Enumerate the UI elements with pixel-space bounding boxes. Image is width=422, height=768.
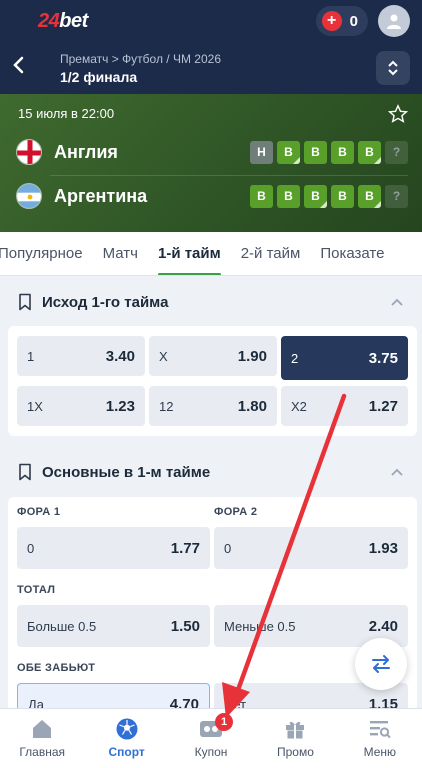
nav-item-coupon[interactable]: 1 Купон xyxy=(169,709,253,768)
market-tabs: Популярное Матч 1-й тайм 2-й тайм Показа… xyxy=(0,232,422,276)
swap-arrows-icon xyxy=(372,655,390,673)
gift-icon xyxy=(286,721,305,739)
section-header-first-half-result[interactable]: Исход 1-го тайма xyxy=(0,280,422,324)
match-header: 15 июля в 22:00 Англия Н В В В В ? Арген… xyxy=(0,94,422,232)
form-badge: В xyxy=(250,184,273,208)
swap-odds-button[interactable] xyxy=(355,638,407,690)
bookmark-icon[interactable] xyxy=(18,463,32,481)
form-badge: В xyxy=(304,140,327,164)
page-title: 1/2 финала xyxy=(60,68,138,85)
match-date: 15 июля в 22:00 xyxy=(18,106,115,121)
team-row-away: Аргентина В В В В В ? xyxy=(16,178,408,214)
profile-avatar[interactable] xyxy=(378,5,410,37)
form-badge-unknown: ? xyxy=(385,140,408,164)
form-badge: В xyxy=(358,184,381,208)
chevron-up-icon[interactable] xyxy=(390,297,404,307)
argentina-flag-icon xyxy=(16,183,42,209)
odd-button-x[interactable]: X 1.90 xyxy=(149,336,277,376)
nav-item-sport[interactable]: Спорт xyxy=(84,709,168,768)
breadcrumb[interactable]: Прематч > Футбол / ЧМ 2026 xyxy=(60,52,221,66)
bottom-navigation: Главная Спорт 1 Купон Промо Меню xyxy=(0,708,422,768)
form-badge: Н xyxy=(250,140,273,164)
menu-search-icon xyxy=(369,721,391,739)
favorite-button[interactable] xyxy=(387,104,409,129)
team-row-home: Англия Н В В В В ? xyxy=(16,134,408,170)
section-header-main-first-half[interactable]: Основные в 1-м тайме xyxy=(0,450,422,494)
tab-second-half[interactable]: 2-й тайм xyxy=(231,232,311,275)
brand-logo[interactable]: 24bet xyxy=(38,10,88,33)
breadcrumb-bar: Прематч > Футбол / ЧМ 2026 1/2 финала xyxy=(0,42,422,94)
form-badge-unknown: ? xyxy=(385,184,408,208)
nav-item-promo[interactable]: Промо xyxy=(253,709,337,768)
odd-button-x2[interactable]: X2 1.27 xyxy=(281,386,408,426)
odd-button-12[interactable]: 12 1.80 xyxy=(149,386,277,426)
back-button[interactable] xyxy=(12,55,38,81)
section-title: Исход 1-го тайма xyxy=(42,293,169,311)
tab-first-half[interactable]: 1-й тайм xyxy=(148,232,231,275)
match-switcher-button[interactable] xyxy=(376,51,410,85)
coupon-count-badge: 1 xyxy=(215,713,234,731)
soccer-ball-icon xyxy=(116,718,138,740)
balance-button[interactable]: + 0 xyxy=(315,6,368,36)
home-icon xyxy=(33,720,52,738)
plus-icon: + xyxy=(321,11,342,31)
form-badge: В xyxy=(277,184,300,208)
group-label-total: ТОТАЛ xyxy=(17,584,56,596)
odd-button-total-over[interactable]: Больше 0.5 1.50 xyxy=(17,605,210,647)
odd-button-handicap-1[interactable]: 0 1.77 xyxy=(17,527,210,569)
form-badge: В xyxy=(358,140,381,164)
star-icon xyxy=(387,104,409,123)
form-badge: В xyxy=(304,184,327,208)
team-name-home: Англия xyxy=(54,141,118,162)
divider xyxy=(50,175,408,176)
form-badges-away: В В В В В ? xyxy=(250,184,408,208)
odd-button-handicap-2[interactable]: 0 1.93 xyxy=(214,527,408,569)
odd-button-1x[interactable]: 1X 1.23 xyxy=(17,386,145,426)
chevron-left-icon xyxy=(13,56,24,74)
odd-button-1[interactable]: 1 3.40 xyxy=(17,336,145,376)
user-icon xyxy=(387,14,401,29)
group-label-handicap-1: ФОРА 1 xyxy=(17,506,61,518)
form-badges-home: Н В В В В ? xyxy=(250,140,408,164)
form-badge: В xyxy=(331,184,354,208)
chevron-up-icon[interactable] xyxy=(390,467,404,477)
team-name-away: Аргентина xyxy=(54,185,148,206)
nav-item-menu[interactable]: Меню xyxy=(338,709,422,768)
england-flag-icon xyxy=(16,139,42,165)
balance-value: 0 xyxy=(349,12,358,30)
form-badge: В xyxy=(331,140,354,164)
chevron-up-down-icon xyxy=(388,60,398,76)
bookmark-icon[interactable] xyxy=(18,293,32,311)
odds-card-first-half-result: 1 3.40 X 1.90 2 3.75 1X 1.23 12 1.80 X2 1.27 xyxy=(8,326,417,436)
top-bar: 24bet + 0 xyxy=(0,0,422,42)
group-label-both-score: ОБЕ ЗАБЬЮТ xyxy=(17,662,96,674)
nav-item-home[interactable]: Главная xyxy=(0,709,84,768)
tab-match[interactable]: Матч xyxy=(93,232,148,275)
group-label-handicap-2: ФОРА 2 xyxy=(214,506,258,518)
form-badge: В xyxy=(277,140,300,164)
tab-stats[interactable]: Показате xyxy=(310,232,394,275)
section-title: Основные в 1-м тайме xyxy=(42,463,211,481)
odds-card-main-first-half: ФОРА 1 ФОРА 2 0 1.77 0 1.93 ТОТАЛ Больше 0… xyxy=(8,497,417,725)
tab-popular[interactable]: Популярное xyxy=(0,232,93,275)
odd-button-2-selected[interactable]: 2 3.75 xyxy=(281,336,408,380)
